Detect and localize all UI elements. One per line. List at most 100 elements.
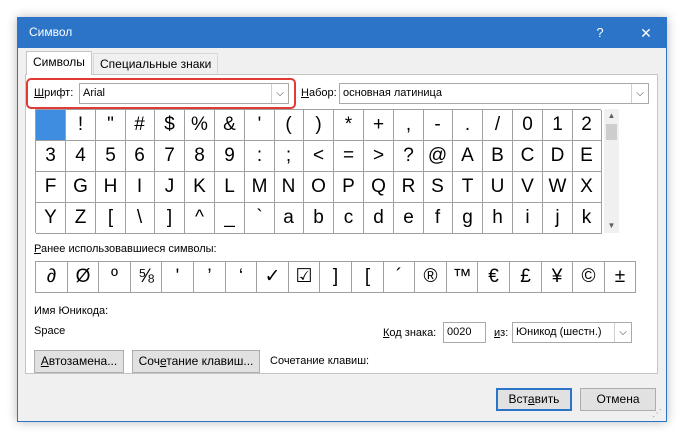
- symbol-cell[interactable]: <: [304, 141, 334, 172]
- resize-grip-icon[interactable]: ⋰: [652, 408, 664, 420]
- symbol-cell[interactable]: M: [245, 172, 275, 203]
- symbol-cell[interactable]: k: [572, 203, 602, 234]
- symbol-cell[interactable]: a: [274, 203, 304, 234]
- symbol-cell[interactable]: O: [304, 172, 334, 203]
- symbol-cell[interactable]: K: [185, 172, 215, 203]
- symbol-cell[interactable]: d: [364, 203, 394, 234]
- recent-symbol-cell[interactable]: ]: [320, 262, 352, 293]
- symbol-cell[interactable]: 3: [36, 141, 66, 172]
- chevron-down-icon[interactable]: ⌵: [631, 84, 648, 103]
- symbol-cell[interactable]: 4: [66, 141, 96, 172]
- symbol-cell[interactable]: Y: [36, 203, 66, 234]
- symbol-cell[interactable]: [: [96, 203, 126, 234]
- font-combobox[interactable]: Arial ⌵: [79, 83, 289, 104]
- recent-symbol-cell[interactable]: ∂: [36, 262, 68, 293]
- symbol-cell[interactable]: B: [483, 141, 513, 172]
- symbol-cell[interactable]: R: [394, 172, 424, 203]
- symbol-cell[interactable]: D: [543, 141, 573, 172]
- symbol-cell[interactable]: ': [245, 110, 275, 141]
- symbol-cell[interactable]: E: [572, 141, 602, 172]
- symbol-cell[interactable]: %: [185, 110, 215, 141]
- scroll-thumb[interactable]: [606, 124, 617, 140]
- symbol-cell[interactable]: 5: [96, 141, 126, 172]
- symbol-cell[interactable]: ): [304, 110, 334, 141]
- symbol-cell[interactable]: 8: [185, 141, 215, 172]
- close-button[interactable]: ✕: [627, 18, 665, 48]
- symbol-cell[interactable]: j: [543, 203, 573, 234]
- symbol-cell[interactable]: /: [483, 110, 513, 141]
- symbol-cell[interactable]: P: [334, 172, 364, 203]
- cancel-button[interactable]: Отмена: [580, 388, 656, 411]
- scroll-down-icon[interactable]: ▼: [604, 219, 619, 233]
- recent-symbol-cell[interactable]: ’: [194, 262, 226, 293]
- symbol-cell[interactable]: U: [483, 172, 513, 203]
- symbol-cell[interactable]: A: [453, 141, 483, 172]
- symbol-cell[interactable]: &: [215, 110, 245, 141]
- autocorrect-button[interactable]: Автозамена...: [34, 350, 124, 373]
- symbol-cell[interactable]: _: [215, 203, 245, 234]
- symbol-cell[interactable]: I: [125, 172, 155, 203]
- symbol-cell[interactable]: c: [334, 203, 364, 234]
- symbol-cell[interactable]: 6: [125, 141, 155, 172]
- symbol-cell[interactable]: C: [513, 141, 543, 172]
- recent-symbol-cell[interactable]: ✓: [257, 262, 289, 293]
- symbol-cell[interactable]: Z: [66, 203, 96, 234]
- symbol-cell[interactable]: N: [274, 172, 304, 203]
- recent-symbol-cell[interactable]: ☑: [289, 262, 320, 293]
- symbol-cell[interactable]: W: [543, 172, 573, 203]
- symbol-cell[interactable]: (: [274, 110, 304, 141]
- recent-symbol-cell[interactable]: ‘: [226, 262, 257, 293]
- recent-symbol-cell[interactable]: ´: [384, 262, 415, 293]
- recent-symbol-cell[interactable]: [: [352, 262, 384, 293]
- symbol-cell[interactable]: >: [364, 141, 394, 172]
- recent-symbol-cell[interactable]: ®: [415, 262, 447, 293]
- symbol-cell[interactable]: L: [215, 172, 245, 203]
- symbol-cell[interactable]: ;: [274, 141, 304, 172]
- symbol-grid-scrollbar[interactable]: ▲ ▼: [604, 109, 619, 233]
- symbol-cell[interactable]: #: [125, 110, 155, 141]
- symbol-cell[interactable]: `: [245, 203, 275, 234]
- recent-symbol-cell[interactable]: £: [510, 262, 542, 293]
- recent-symbol-cell[interactable]: ¥: [542, 262, 573, 293]
- symbol-cell[interactable]: \: [125, 203, 155, 234]
- symbol-cell[interactable]: V: [513, 172, 543, 203]
- symbol-cell[interactable]: .: [453, 110, 483, 141]
- recent-symbol-cell[interactable]: º: [99, 262, 131, 293]
- symbol-cell[interactable]: 7: [155, 141, 185, 172]
- recent-symbol-cell[interactable]: ±: [605, 262, 636, 293]
- symbol-cell[interactable]: !: [66, 110, 96, 141]
- symbol-cell[interactable]: g: [453, 203, 483, 234]
- symbol-cell[interactable]: 9: [215, 141, 245, 172]
- recent-symbol-cell[interactable]: Ø: [68, 262, 99, 293]
- symbol-cell[interactable]: =: [334, 141, 364, 172]
- symbol-cell[interactable]: b: [304, 203, 334, 234]
- symbol-cell[interactable]: e: [394, 203, 424, 234]
- symbol-cell[interactable]: T: [453, 172, 483, 203]
- recent-symbol-cell[interactable]: ™: [447, 262, 478, 293]
- chevron-down-icon[interactable]: ⌵: [271, 84, 288, 103]
- shortcut-key-button[interactable]: Сочетание клавиш...: [132, 350, 260, 373]
- symbol-cell[interactable]: ": [96, 110, 126, 141]
- insert-button[interactable]: Вставить: [496, 388, 572, 411]
- tab-special-characters[interactable]: Специальные знаки: [93, 53, 219, 76]
- chevron-down-icon[interactable]: ⌵: [614, 323, 631, 342]
- symbol-cell[interactable]: ?: [394, 141, 424, 172]
- symbol-cell[interactable]: [36, 110, 66, 141]
- symbol-cell[interactable]: :: [245, 141, 275, 172]
- symbol-cell[interactable]: ,: [394, 110, 424, 141]
- recent-symbol-cell[interactable]: €: [478, 262, 510, 293]
- symbol-cell[interactable]: *: [334, 110, 364, 141]
- symbol-cell[interactable]: $: [155, 110, 185, 141]
- symbol-cell[interactable]: i: [513, 203, 543, 234]
- help-button[interactable]: ?: [583, 18, 617, 48]
- recent-symbol-cell[interactable]: ©: [573, 262, 605, 293]
- symbol-cell[interactable]: f: [423, 203, 453, 234]
- recent-symbol-cell[interactable]: ⅝: [131, 262, 162, 293]
- symbol-cell[interactable]: F: [36, 172, 66, 203]
- symbol-cell[interactable]: 1: [543, 110, 573, 141]
- symbol-cell[interactable]: 0: [513, 110, 543, 141]
- symbol-cell[interactable]: Q: [364, 172, 394, 203]
- subset-combobox[interactable]: основная латиница ⌵: [339, 83, 649, 104]
- symbol-cell[interactable]: H: [96, 172, 126, 203]
- symbol-cell[interactable]: @: [423, 141, 453, 172]
